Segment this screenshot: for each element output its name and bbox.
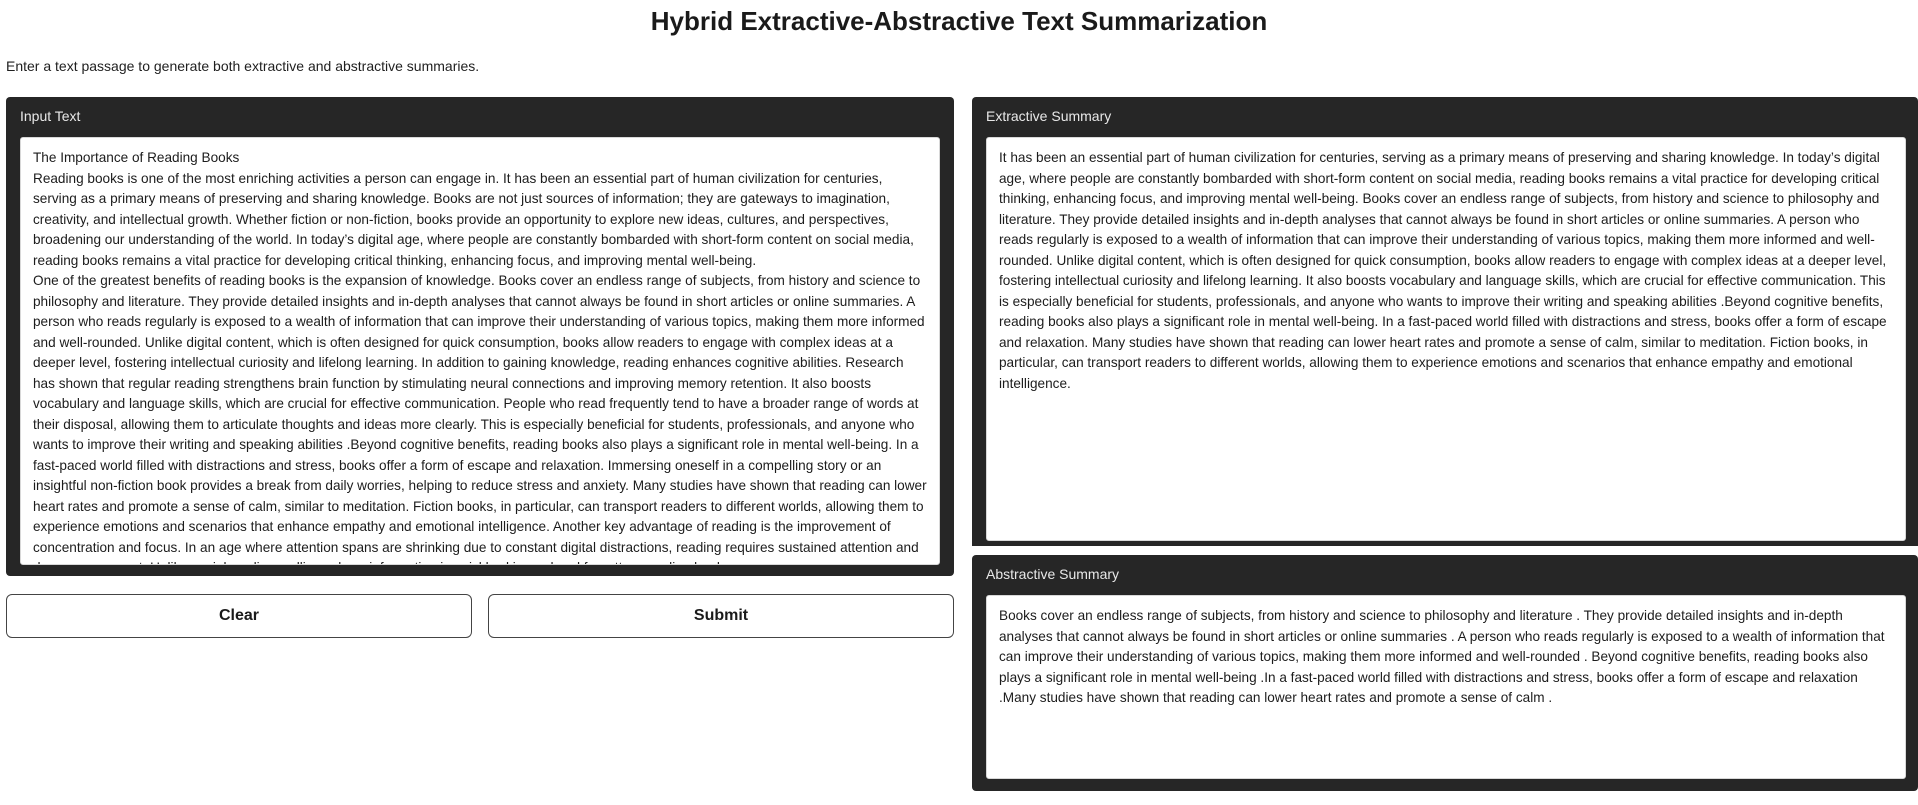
- input-text-label: Input Text: [20, 108, 81, 124]
- abstractive-summary-output[interactable]: Books cover an endless range of subjects…: [986, 595, 1906, 779]
- page-description: Enter a text passage to generate both ex…: [6, 58, 480, 74]
- submit-button[interactable]: Submit: [488, 594, 954, 638]
- extractive-summary-output[interactable]: It has been an essential part of human c…: [986, 137, 1906, 541]
- input-text-area[interactable]: The Importance of Reading Books Reading …: [20, 137, 940, 565]
- clear-button[interactable]: Clear: [6, 594, 472, 638]
- abstractive-summary-label: Abstractive Summary: [986, 566, 1120, 582]
- input-panel: Input Text The Importance of Reading Boo…: [6, 97, 954, 576]
- extractive-summary-label: Extractive Summary: [986, 108, 1112, 124]
- extractive-summary-panel: Extractive Summary It has been an essent…: [972, 97, 1918, 546]
- abstractive-summary-panel: Abstractive Summary Books cover an endle…: [972, 555, 1918, 791]
- page-title: Hybrid Extractive-Abstractive Text Summa…: [650, 6, 1268, 36]
